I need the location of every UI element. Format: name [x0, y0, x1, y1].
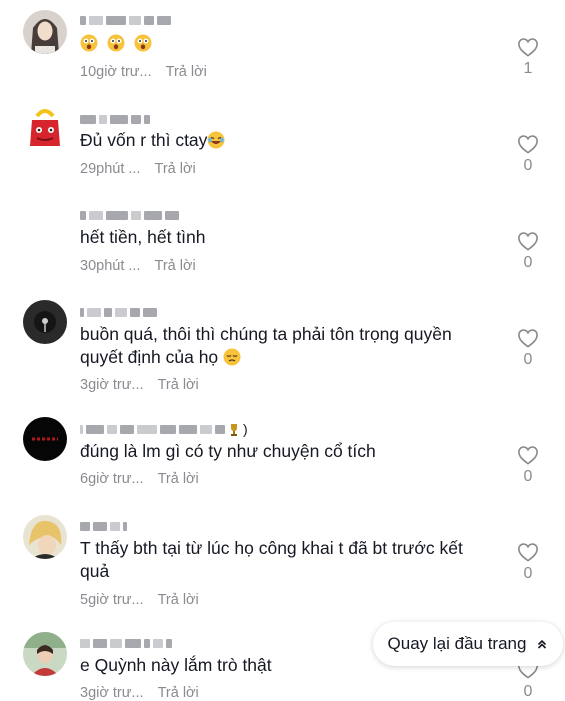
heart-icon — [518, 543, 538, 562]
like-count: 0 — [523, 468, 533, 485]
username-masked[interactable] — [80, 519, 127, 533]
shocked-emoji-icon — [80, 34, 98, 52]
like-button[interactable]: 0 — [514, 542, 542, 583]
trophy-icon — [231, 423, 237, 436]
like-button[interactable]: 0 — [514, 134, 542, 175]
heart-icon — [518, 329, 538, 348]
reply-button[interactable]: Trả lời — [155, 161, 196, 177]
heart-icon — [518, 135, 538, 154]
comment-meta: 6giờ trư... Trả lời — [80, 471, 199, 487]
username-masked[interactable] — [80, 305, 157, 319]
avatar[interactable] — [23, 300, 67, 344]
like-count: 0 — [523, 565, 533, 582]
comment-meta: 3giờ trư... Trả lời — [80, 685, 199, 701]
like-count: 0 — [523, 157, 533, 174]
reply-button[interactable]: Trả lời — [155, 258, 196, 274]
username-paren: ) — [243, 421, 248, 437]
comment-time: 30phút ... — [80, 258, 141, 274]
username-masked[interactable]: ) — [80, 422, 248, 436]
comment-text: T thấy bth tại từ lúc họ công khai t đã … — [80, 537, 490, 583]
like-count: 1 — [523, 60, 533, 77]
comment-time: 29phút ... — [80, 161, 141, 177]
comment-meta: 3giờ trư... Trả lời — [80, 377, 199, 393]
reply-button[interactable]: Trả lời — [158, 685, 199, 701]
avatar[interactable] — [23, 108, 67, 152]
comment-text-content: đúng là lm gì có ty như chuyện cổ tích — [80, 441, 376, 461]
username-masked[interactable] — [80, 636, 172, 650]
like-button[interactable]: 0 — [514, 445, 542, 486]
shocked-emoji-icon — [107, 34, 125, 52]
back-to-top-button[interactable]: Quay lại đầu trang — [373, 622, 563, 666]
back-to-top-label: Quay lại đầu trang — [387, 634, 527, 653]
heart-icon — [518, 446, 538, 465]
like-button[interactable]: 1 — [514, 37, 542, 78]
avatar[interactable] — [23, 632, 67, 676]
double-chevron-up-icon — [538, 639, 547, 649]
shocked-emoji-icon — [134, 34, 152, 52]
username-masked[interactable] — [80, 13, 171, 27]
comment-text: buồn quá, thôi thì chúng ta phải tôn trọ… — [80, 323, 490, 369]
reply-button[interactable]: Trả lời — [158, 471, 199, 487]
reply-button[interactable]: Trả lời — [166, 64, 207, 80]
comment-meta: 30phút ... Trả lời — [80, 258, 196, 274]
avatar[interactable] — [23, 515, 67, 559]
like-count: 0 — [523, 254, 533, 271]
comment-text-content: hết tiền, hết tình — [80, 227, 206, 247]
avatar[interactable] — [23, 417, 67, 461]
username-masked[interactable] — [80, 208, 179, 222]
laugh-emoji-icon — [207, 131, 225, 149]
comment-text-content: buồn quá, thôi thì chúng ta phải tôn trọ… — [80, 324, 452, 367]
username-masked[interactable] — [80, 112, 150, 126]
avatar[interactable] — [23, 10, 67, 54]
like-button[interactable]: 0 — [514, 328, 542, 369]
comment-text-content: Đủ vốn r thì ctay — [80, 130, 208, 150]
comment-text: hết tiền, hết tình — [80, 226, 490, 249]
comment-time: 3giờ trư... — [80, 685, 144, 701]
comment-text-content: T thấy bth tại từ lúc họ công khai t đã … — [80, 538, 463, 581]
comment-time: 3giờ trư... — [80, 377, 144, 393]
comment-meta: 10giờ trư... Trả lời — [80, 64, 207, 80]
comment-meta: 29phút ... Trả lời — [80, 161, 196, 177]
like-count: 0 — [523, 351, 533, 368]
like-button[interactable]: 0 — [514, 231, 542, 272]
comment-time: 10giờ trư... — [80, 64, 152, 80]
heart-icon — [518, 38, 538, 57]
reply-button[interactable]: Trả lời — [158, 592, 199, 608]
comment-text — [80, 32, 490, 55]
heart-icon — [518, 232, 538, 251]
comment-time: 6giờ trư... — [80, 471, 144, 487]
like-count: 0 — [523, 683, 533, 700]
comment-meta: 5giờ trư... Trả lời — [80, 592, 199, 608]
reply-button[interactable]: Trả lời — [158, 377, 199, 393]
comment-text: Đủ vốn r thì ctay — [80, 129, 490, 152]
comment-text-content: e Quỳnh này lắm trò thật — [80, 655, 272, 675]
comment-text: đúng là lm gì có ty như chuyện cổ tích — [80, 440, 490, 463]
comment-time: 5giờ trư... — [80, 592, 144, 608]
pensive-emoji-icon — [223, 348, 241, 366]
